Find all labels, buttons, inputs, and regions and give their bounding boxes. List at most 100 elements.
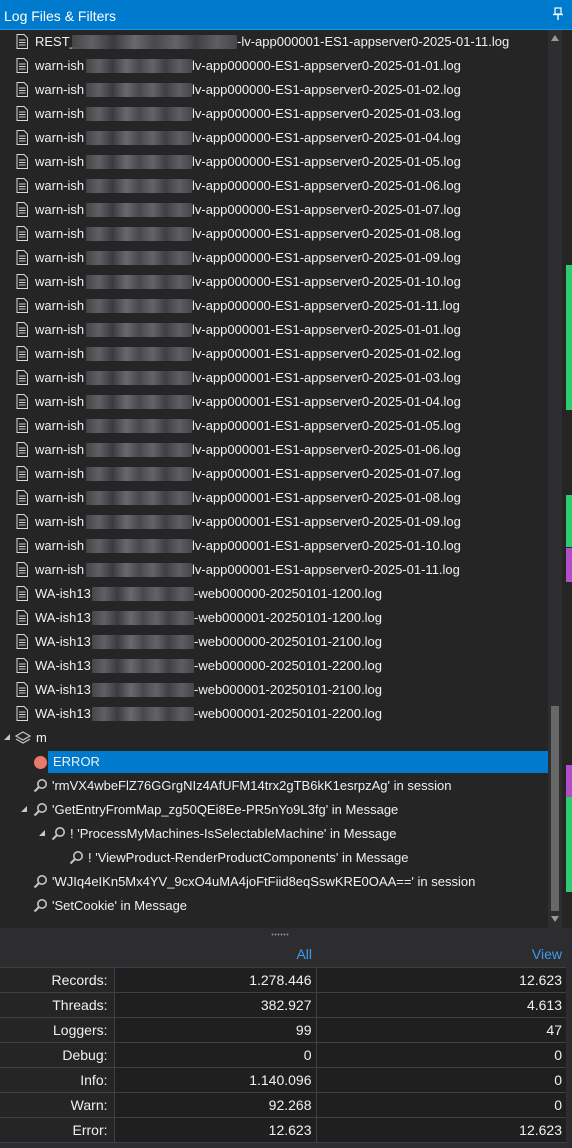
log-file-name-suffix: lv-app000000-ES1-appserver0-2025-01-02.l… [192, 82, 461, 97]
filter-item[interactable]: ! 'ProcessMyMachines-IsSelectableMachine… [0, 822, 548, 846]
redacted-text [92, 707, 194, 721]
tree-scrollbar[interactable] [548, 30, 562, 928]
redacted-text [72, 35, 237, 49]
ruler-mark [566, 265, 572, 410]
log-file-name-suffix: lv-app000001-ES1-appserver0-2025-01-04.l… [192, 394, 461, 409]
log-file-item[interactable]: warn-ish lv-app000000-ES1-appserver0-2025… [0, 294, 548, 318]
splitter-grip[interactable] [271, 933, 289, 936]
log-file-item[interactable]: WA-ish13 -web000000-20250101-1200.log [0, 582, 548, 606]
redacted-text [92, 587, 194, 601]
search-icon [33, 779, 47, 793]
redacted-text [86, 107, 192, 121]
log-file-item[interactable]: REST_ -lv-app000001-ES1-appserver0-2025-0… [0, 30, 548, 54]
stat-label: Info: [0, 1067, 115, 1093]
collapse-arrow-icon[interactable] [38, 829, 46, 837]
log-file-name-prefix: warn-ish [35, 130, 85, 145]
ruler-mark [566, 548, 572, 582]
filter-label: ! 'ViewProduct-RenderProductComponents' … [88, 850, 409, 865]
redacted-text [86, 539, 192, 553]
log-files-tree[interactable]: REST_ -lv-app000001-ES1-appserver0-2025-0… [0, 30, 548, 928]
filter-label: 'rmVX4wbeFlZ76GGrgNIz4AfUFM14trx2gTB6kK1… [52, 778, 452, 793]
filter-item[interactable]: 'rmVX4wbeFlZ76GGrgNIz4AfUFM14trx2gTB6kK1… [0, 774, 548, 798]
log-file-name-suffix: lv-app000001-ES1-appserver0-2025-01-08.l… [192, 490, 461, 505]
log-file-item[interactable]: warn-ish lv-app000001-ES1-appserver0-2025… [0, 318, 548, 342]
log-file-item[interactable]: WA-ish13 -web000001-20250101-1200.log [0, 606, 548, 630]
log-file-item[interactable]: warn-ish lv-app000001-ES1-appserver0-2025… [0, 486, 548, 510]
statistics-row: Records: 1.278.446 12.623 [0, 967, 566, 993]
scroll-up-icon[interactable] [551, 35, 559, 41]
redacted-text [86, 227, 192, 241]
log-file-item[interactable]: WA-ish13 -web000000-20250101-2200.log [0, 654, 548, 678]
log-file-item[interactable]: warn-ish lv-app000001-ES1-appserver0-2025… [0, 462, 548, 486]
collapse-arrow-icon[interactable] [20, 805, 28, 813]
log-file-item[interactable]: warn-ish lv-app000000-ES1-appserver0-2025… [0, 150, 548, 174]
statistics-header-row: All View [0, 942, 566, 968]
log-file-item[interactable]: warn-ish lv-app000001-ES1-appserver0-2025… [0, 390, 548, 414]
filter-item[interactable]: ! 'ViewProduct-RenderProductComponents' … [0, 846, 548, 870]
log-file-name-prefix: warn-ish [35, 370, 85, 385]
log-file-name-prefix: warn-ish [35, 418, 85, 433]
log-file-item[interactable]: warn-ish lv-app000000-ES1-appserver0-2025… [0, 126, 548, 150]
log-file-icon [16, 346, 28, 361]
log-file-item[interactable]: warn-ish lv-app000000-ES1-appserver0-2025… [0, 102, 548, 126]
log-file-item[interactable]: warn-ish lv-app000000-ES1-appserver0-2025… [0, 78, 548, 102]
log-file-item[interactable]: warn-ish lv-app000000-ES1-appserver0-2025… [0, 174, 548, 198]
log-file-name-suffix: lv-app000000-ES1-appserver0-2025-01-10.l… [192, 274, 461, 289]
filter-item[interactable]: 'WJIq4eIKn5Mx4YV_9cxO4uMA4joFtFiid8eqSsw… [0, 870, 548, 894]
log-file-icon [16, 538, 28, 553]
search-icon [33, 899, 47, 913]
stat-view-value: 0 [316, 1042, 566, 1068]
log-file-name-suffix: -web000001-20250101-1200.log [194, 610, 382, 625]
log-file-name-suffix: lv-app000001-ES1-appserver0-2025-01-10.l… [192, 538, 461, 553]
log-file-name-suffix: lv-app000000-ES1-appserver0-2025-01-08.l… [192, 226, 461, 241]
log-file-item[interactable]: WA-ish13 -web000000-20250101-2100.log [0, 630, 548, 654]
log-file-item[interactable]: warn-ish lv-app000001-ES1-appserver0-2025… [0, 414, 548, 438]
log-file-name-prefix: warn-ish [35, 154, 85, 169]
log-file-name-prefix: WA-ish13 [35, 682, 91, 697]
stat-all-value: 1.140.096 [114, 1067, 317, 1093]
scrollbar-thumb[interactable] [551, 706, 559, 911]
log-file-name-prefix: warn-ish [35, 250, 85, 265]
filter-item[interactable]: 'GetEntryFromMap_zg50QEi8Ee-PR5nYo9L3fg'… [0, 798, 548, 822]
log-file-item[interactable]: warn-ish lv-app000001-ES1-appserver0-2025… [0, 342, 548, 366]
log-file-item[interactable]: warn-ish lv-app000001-ES1-appserver0-2025… [0, 558, 548, 582]
log-file-name-suffix: lv-app000001-ES1-appserver0-2025-01-09.l… [192, 514, 461, 529]
ruler-mark [566, 495, 572, 547]
log-file-name-suffix: lv-app000001-ES1-appserver0-2025-01-05.l… [192, 418, 461, 433]
log-file-item[interactable]: warn-ish lv-app000000-ES1-appserver0-2025… [0, 222, 548, 246]
log-file-item[interactable]: warn-ish lv-app000001-ES1-appserver0-2025… [0, 534, 548, 558]
collapse-arrow-icon[interactable] [3, 733, 11, 741]
log-file-item[interactable]: warn-ish lv-app000000-ES1-appserver0-2025… [0, 246, 548, 270]
log-file-name-prefix: REST_ [35, 34, 77, 49]
stats-header-view[interactable]: View [316, 942, 566, 968]
redacted-text [92, 611, 194, 625]
log-file-item[interactable]: WA-ish13 -web000001-20250101-2100.log [0, 678, 548, 702]
log-file-name-prefix: warn-ish [35, 562, 85, 577]
log-file-icon [16, 394, 28, 409]
redacted-text [86, 515, 192, 529]
redacted-text [92, 635, 194, 649]
log-file-name-prefix: WA-ish13 [35, 634, 91, 649]
log-file-item[interactable]: warn-ish lv-app000000-ES1-appserver0-2025… [0, 198, 548, 222]
filter-item[interactable]: 'SetCookie' in Message [0, 894, 548, 918]
log-file-item[interactable]: warn-ish lv-app000001-ES1-appserver0-2025… [0, 510, 548, 534]
log-file-item[interactable]: warn-ish lv-app000001-ES1-appserver0-2025… [0, 438, 548, 462]
log-file-name-prefix: warn-ish [35, 322, 85, 337]
log-file-item[interactable]: WA-ish13 -web000001-20250101-2200.log [0, 702, 548, 726]
filter-group-item[interactable]: m [0, 726, 548, 750]
stats-header-all[interactable]: All [114, 942, 316, 968]
log-file-item[interactable]: warn-ish lv-app000000-ES1-appserver0-2025… [0, 54, 548, 78]
pin-icon[interactable] [553, 7, 563, 21]
panel-splitter[interactable] [0, 928, 572, 942]
log-file-name-prefix: warn-ish [35, 490, 85, 505]
log-file-name-suffix: -web000001-20250101-2100.log [194, 682, 382, 697]
log-file-item[interactable]: warn-ish lv-app000001-ES1-appserver0-2025… [0, 366, 548, 390]
filter-item-error[interactable]: ERROR [0, 750, 548, 774]
statistics-row: Info: 1.140.096 0 [0, 1067, 566, 1093]
statistics-panel: All View Records: 1.278.446 12.623 Threads:… [0, 942, 572, 1148]
ruler-mark [566, 765, 572, 797]
scroll-down-icon[interactable] [551, 916, 559, 922]
log-file-item[interactable]: warn-ish lv-app000000-ES1-appserver0-2025… [0, 270, 548, 294]
redacted-text [86, 371, 192, 385]
log-file-name-prefix: warn-ish [35, 178, 85, 193]
